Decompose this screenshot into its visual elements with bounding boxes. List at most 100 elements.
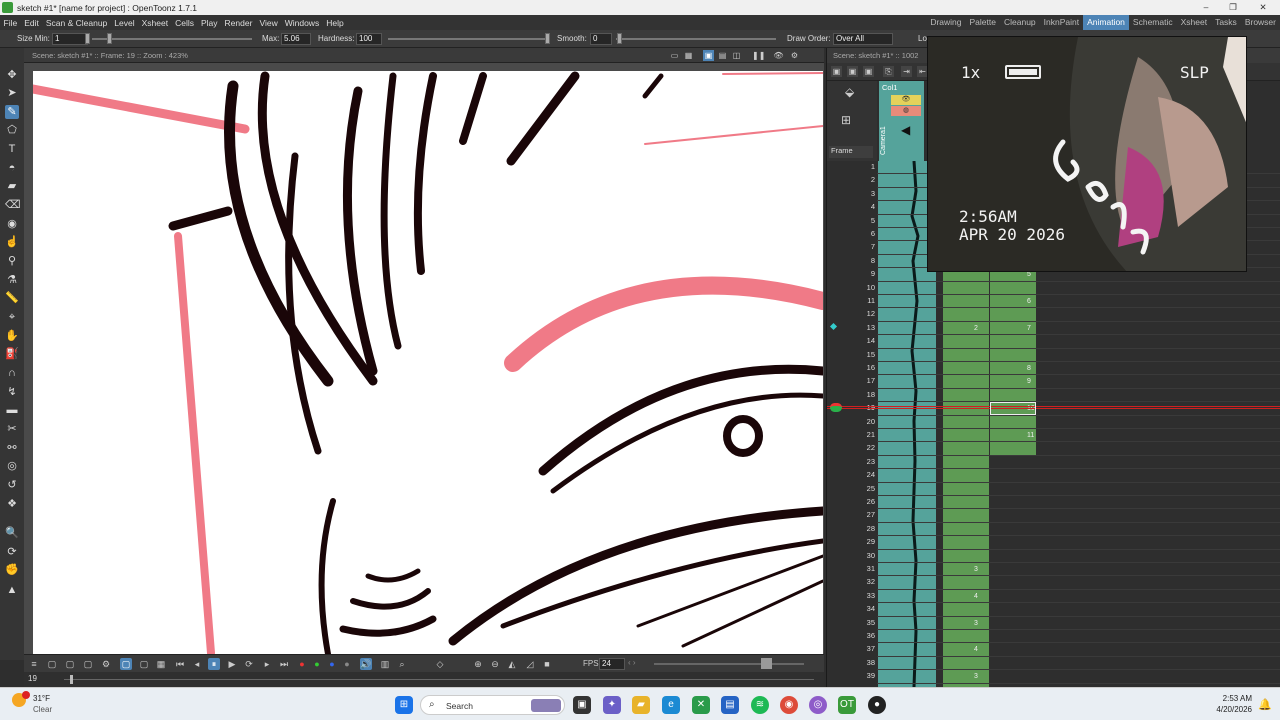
animate-tool-icon[interactable]: ✥ xyxy=(5,68,19,82)
lock-alpha-label[interactable]: Lo xyxy=(918,34,927,43)
preview-eye-icon[interactable]: 👁 xyxy=(773,50,784,61)
row-number[interactable]: 23 xyxy=(861,457,875,466)
field-guide-icon[interactable]: ▦ xyxy=(683,50,694,61)
row-number[interactable]: 11 xyxy=(861,296,875,305)
type-tool-icon[interactable]: T xyxy=(5,142,19,156)
room-tab-browser[interactable]: Browser xyxy=(1241,15,1280,30)
column-header-col1[interactable]: Col1 👁 ◍ ◀ Camera1 xyxy=(879,81,924,161)
sound-icon[interactable]: 🔊 xyxy=(360,658,372,670)
hook-tool-icon[interactable]: ↺ xyxy=(5,478,19,492)
geometric-tool-icon[interactable]: ⬠ xyxy=(5,123,19,137)
plastic-tool-icon[interactable]: ❖ xyxy=(5,497,19,511)
recorder-icon[interactable]: ● xyxy=(868,696,886,714)
clock-time[interactable]: 2:53 AM xyxy=(1210,694,1252,703)
tape-tool-icon[interactable]: ◉ xyxy=(5,217,19,231)
row-number[interactable]: 4 xyxy=(861,202,875,211)
fill-tool-icon[interactable]: ◓ xyxy=(5,161,19,175)
draw-order-select[interactable]: Over All xyxy=(833,33,893,45)
style-picker-tool-icon[interactable]: ⚲ xyxy=(5,254,19,268)
row-number[interactable]: 5 xyxy=(861,216,875,225)
prev-frame-icon[interactable]: ◂ xyxy=(191,658,203,670)
iron-tool-icon[interactable]: ▬ xyxy=(5,403,19,417)
copilot-icon[interactable]: ✦ xyxy=(603,696,621,714)
menu-windows[interactable]: Windows xyxy=(281,18,322,28)
size-min-handle[interactable] xyxy=(85,33,90,44)
new-raster-icon[interactable]: ▣ xyxy=(847,66,858,77)
magnet-tool-icon[interactable]: ∩ xyxy=(5,366,19,380)
last-frame-icon[interactable]: ⏭ xyxy=(278,658,290,670)
red-channel-icon[interactable]: ● xyxy=(296,658,308,670)
reset-view-icon[interactable]: ◿ xyxy=(524,658,536,670)
pause-icon[interactable]: ⏸ xyxy=(208,658,220,670)
row-number[interactable]: 29 xyxy=(861,537,875,546)
histogram-icon[interactable]: ▥ xyxy=(379,658,391,670)
checker-bg-icon[interactable]: ▦ xyxy=(155,658,167,670)
room-tab-schematic[interactable]: Schematic xyxy=(1129,15,1177,30)
speaker-icon[interactable]: ◀ xyxy=(901,123,910,137)
blue-channel-icon[interactable]: ● xyxy=(326,658,338,670)
control-point-editor-icon[interactable]: ⌖ xyxy=(5,310,19,324)
row-number[interactable]: 34 xyxy=(861,604,875,613)
cutter-tool-icon[interactable]: ✂ xyxy=(5,422,19,436)
level-column-2[interactable] xyxy=(943,266,989,687)
fps-spinner-icon[interactable]: ‹ › xyxy=(628,658,636,667)
notification-bell-icon[interactable]: 🔔 xyxy=(1258,698,1272,711)
xsheet-cell[interactable]: 6 xyxy=(1027,298,1031,305)
row-number[interactable]: 3 xyxy=(861,189,875,198)
size-max-handle[interactable] xyxy=(107,33,112,44)
eraser-tool-icon[interactable]: ⌫ xyxy=(5,198,21,212)
row-number[interactable]: 8 xyxy=(861,256,875,265)
onion-skin-handle-icon[interactable] xyxy=(830,403,842,412)
opentoonz-taskbar-icon[interactable]: OT xyxy=(838,696,856,714)
xsheet-cell[interactable]: 11 xyxy=(1027,432,1034,439)
menu-file[interactable]: File xyxy=(0,18,21,28)
menu-view[interactable]: View xyxy=(256,18,281,28)
loop-icon[interactable]: ⟳ xyxy=(243,658,255,670)
xsheet-cell[interactable]: 8 xyxy=(1027,365,1031,372)
compare-icon[interactable]: ▢ xyxy=(82,658,94,670)
snapshot-icon[interactable]: ▢ xyxy=(64,658,76,670)
row-number[interactable]: 9 xyxy=(861,269,875,278)
reframe-icon[interactable]: ⎘ xyxy=(883,66,894,77)
menu-toggle-icon[interactable]: ≡ xyxy=(28,658,40,670)
edge-icon[interactable]: e xyxy=(662,696,680,714)
row-number[interactable]: 21 xyxy=(861,430,875,439)
zoom-icon[interactable]: ⌕ xyxy=(396,658,408,670)
row-number[interactable]: 6 xyxy=(861,229,875,238)
xsheet-cell[interactable]: 9 xyxy=(1027,378,1031,385)
row-number[interactable]: 31 xyxy=(861,564,875,573)
chrome-icon[interactable]: ◉ xyxy=(780,696,798,714)
play-icon[interactable]: ▶ xyxy=(226,658,238,670)
hardness-field[interactable]: 100 xyxy=(356,33,382,45)
room-tab-drawing[interactable]: Drawing xyxy=(926,15,965,30)
close-button[interactable]: ✕ xyxy=(1250,0,1276,15)
rgb-picker-tool-icon[interactable]: ⚗ xyxy=(5,273,19,287)
hardness-slider-handle[interactable] xyxy=(545,33,550,44)
row-number[interactable]: 36 xyxy=(861,631,875,640)
minimize-button[interactable]: – xyxy=(1193,0,1219,15)
black-bg-icon[interactable]: ▢ xyxy=(138,658,150,670)
xsheet-cell[interactable]: 7 xyxy=(1027,325,1031,332)
bender-tool-icon[interactable]: ↯ xyxy=(5,385,19,399)
brush-tool-icon[interactable]: ✎ xyxy=(5,105,19,119)
alpha-channel-icon[interactable]: ● xyxy=(341,658,353,670)
maximize-button[interactable]: ❐ xyxy=(1220,0,1246,15)
keyframe-icon[interactable]: ◇ xyxy=(434,658,446,670)
row-number[interactable]: 39 xyxy=(861,671,875,680)
xbox-icon[interactable]: ✕ xyxy=(692,696,710,714)
first-frame-icon[interactable]: ⏮ xyxy=(174,658,186,670)
new-level-icon[interactable]: ▣ xyxy=(831,66,842,77)
row-number[interactable]: 20 xyxy=(861,417,875,426)
spotify-icon[interactable]: ≋ xyxy=(751,696,769,714)
room-tab-inknpaint[interactable]: InknPaint xyxy=(1040,15,1083,30)
row-number[interactable]: 12 xyxy=(861,309,875,318)
flip-icon[interactable]: ◭ xyxy=(506,658,518,670)
room-tab-animation[interactable]: Animation xyxy=(1083,15,1129,30)
frame-slider-handle[interactable] xyxy=(70,675,73,684)
row-number[interactable]: 30 xyxy=(861,551,875,560)
menu-play[interactable]: Play xyxy=(198,18,222,28)
row-number[interactable]: 38 xyxy=(861,658,875,667)
3d-view-icon[interactable]: ◫ xyxy=(731,50,742,61)
pinch-tool-icon[interactable]: ✋ xyxy=(5,329,19,343)
preview-visible-icon[interactable]: 👁 xyxy=(891,95,921,105)
